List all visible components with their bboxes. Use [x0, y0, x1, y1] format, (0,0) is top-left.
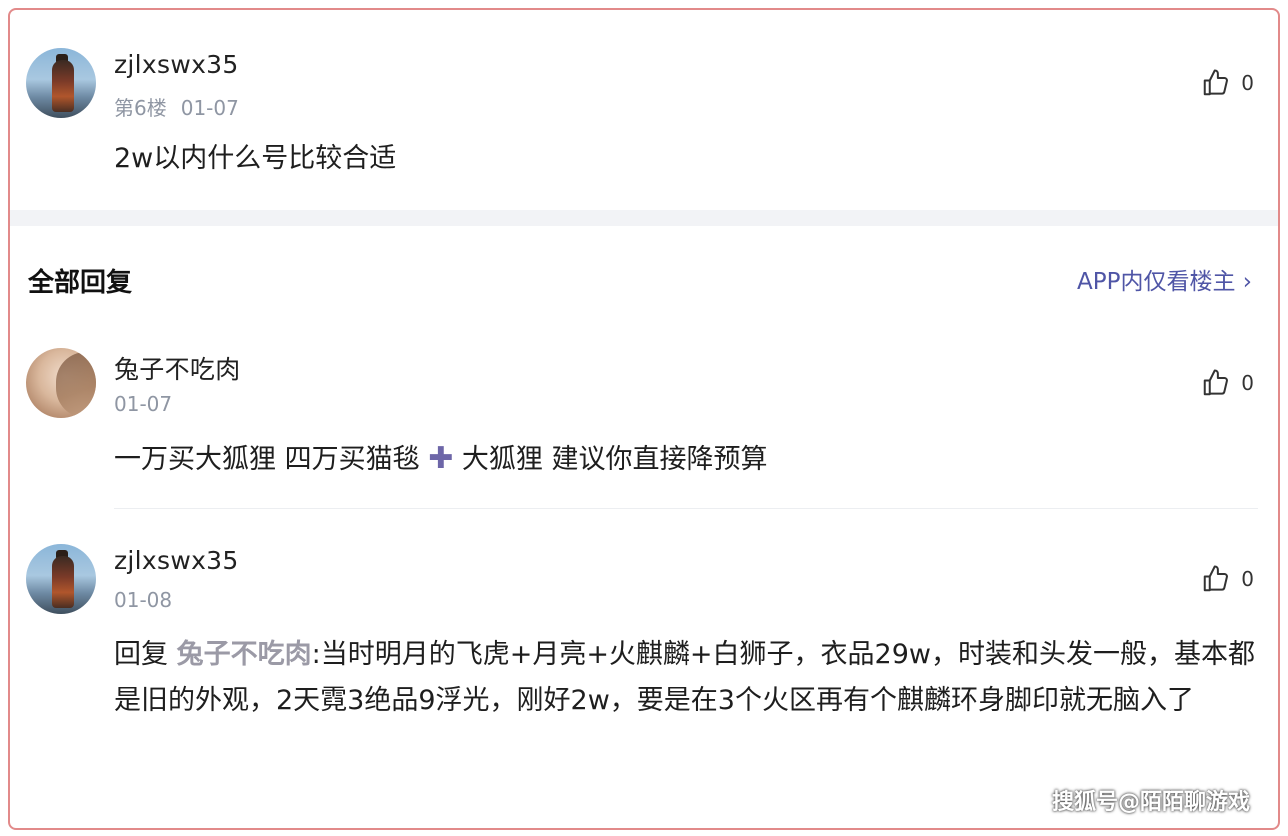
- like-button[interactable]: 0: [1201, 564, 1254, 594]
- reply-prefix: 回复: [114, 639, 168, 670]
- section-title: 全部回复: [28, 268, 133, 298]
- plus-icon: ✚: [428, 441, 454, 476]
- avatar[interactable]: [26, 348, 96, 418]
- post-meta: 第6楼 01-07: [114, 92, 239, 121]
- reply-date: 01-07: [114, 392, 173, 416]
- post-date: 01-07: [180, 96, 239, 120]
- mention-link[interactable]: 兔子不吃肉: [177, 639, 312, 670]
- avatar-hair: [56, 352, 96, 418]
- reply-text-part: 一万买大狐狸 四万买猫毯: [114, 444, 420, 475]
- avatar-figure: [52, 556, 74, 608]
- avatar[interactable]: [26, 544, 96, 614]
- like-button[interactable]: 0: [1201, 368, 1254, 398]
- section-separator: [10, 210, 1278, 226]
- reply-text: 回复 兔子不吃肉:当时明月的飞虎+月亮+火麒麟+白狮子，衣品29w，时装和头发一…: [114, 632, 1260, 724]
- thumbs-up-icon: [1204, 369, 1229, 396]
- avatar[interactable]: [26, 48, 96, 118]
- like-count: 0: [1241, 567, 1254, 591]
- like-count: 0: [1241, 371, 1254, 395]
- reply-text-part: 大狐狸 建议你直接降预算: [461, 444, 768, 475]
- watermark: 搜狐号@陌陌聊游戏: [1051, 790, 1250, 815]
- reply-text: 一万买大狐狸 四万买猫毯 ✚ 大狐狸 建议你直接降预算: [114, 436, 768, 483]
- post-text: 2w以内什么号比较合适: [114, 143, 397, 174]
- original-post: zjlxswx35 第6楼 01-07 0 2w以内什么号比较合适: [10, 10, 1278, 210]
- divider: [114, 508, 1258, 509]
- thumbs-up-icon: [1204, 565, 1229, 592]
- floor-label: 第6楼: [114, 96, 167, 120]
- reply-date: 01-08: [114, 588, 173, 612]
- app-only-op-link[interactable]: APP内仅看楼主 ›: [1077, 262, 1252, 296]
- post-username[interactable]: zjlxswx35: [114, 50, 239, 79]
- thumbs-up-icon: [1204, 69, 1229, 96]
- like-button[interactable]: 0: [1201, 68, 1254, 98]
- reply-username[interactable]: zjlxswx35: [114, 546, 239, 575]
- like-count: 0: [1241, 71, 1254, 95]
- reply-username[interactable]: 兔子不吃肉: [114, 350, 241, 386]
- avatar-figure: [52, 60, 74, 112]
- thread-frame: zjlxswx35 第6楼 01-07 0 2w以内什么号比较合适 全部回复 AP…: [8, 8, 1280, 830]
